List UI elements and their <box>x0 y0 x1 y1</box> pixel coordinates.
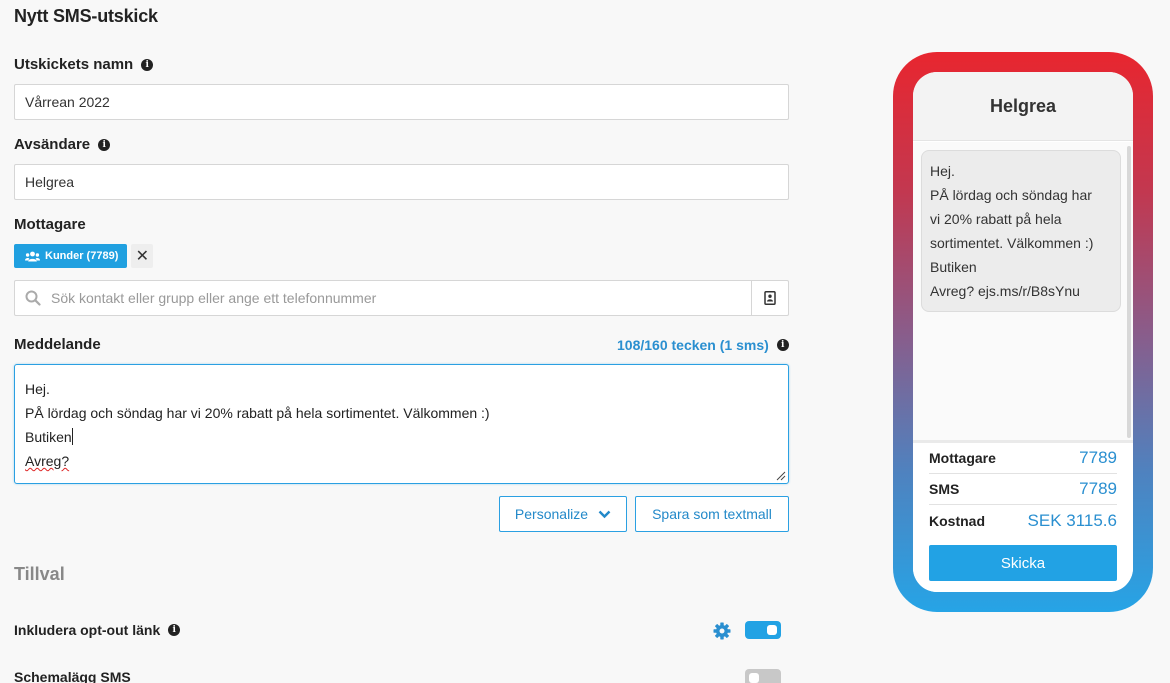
info-icon[interactable]: i <box>168 624 181 636</box>
preview-sender: Helgrea <box>913 72 1133 141</box>
stat-value: 7789 <box>1079 479 1117 498</box>
message-bubble: Hej. PÅ lördag och söndag har vi 20% rab… <box>921 150 1121 312</box>
stat-label: Mottagare <box>929 450 996 466</box>
bubble-line: vi 20% rabatt på hela <box>930 211 1062 227</box>
close-icon[interactable]: ✕ <box>131 244 154 268</box>
toggle-knob <box>749 673 759 683</box>
search-input[interactable]: Sök kontakt eller grupp eller ange ett t… <box>51 290 751 306</box>
optout-label: Inkludera opt-out länk <box>14 622 161 638</box>
optout-toggle[interactable] <box>745 621 781 639</box>
message-line: Butiken <box>25 425 778 449</box>
char-count-text: 108/160 tecken (1 sms) <box>617 337 769 353</box>
text-caret <box>71 428 73 445</box>
optout-label-row: Inkludera opt-out länk i <box>14 622 181 638</box>
recipient-chip-label: Kunder (7789) <box>45 250 119 262</box>
bubble-line: sortimentet. Välkommen :) <box>930 235 1094 251</box>
bubble-line: PÅ lördag och söndag har <box>930 187 1092 203</box>
sender-label: Avsändare <box>14 136 91 153</box>
bubble-line: Avreg? ejs.ms/r/B8sYnu <box>930 283 1080 299</box>
stat-row-cost: Kostnad SEK 3115.6 <box>929 505 1117 536</box>
page-title: Nytt SMS-utskick <box>14 6 158 26</box>
personalize-label: Personalize <box>514 506 589 522</box>
preview-body: Hej. PÅ lördag och söndag har vi 20% rab… <box>913 142 1133 440</box>
message-line-text: Butiken <box>25 429 72 445</box>
chevron-down-icon <box>598 510 611 518</box>
gear-icon[interactable] <box>713 622 731 640</box>
info-icon[interactable]: i <box>98 138 111 151</box>
phone-preview: Helgrea Hej. PÅ lördag och söndag har vi… <box>893 52 1153 612</box>
stat-label: SMS <box>929 481 960 497</box>
preview-summary: Mottagare 7789 SMS 7789 Kostnad SEK 3115… <box>913 440 1133 592</box>
recipient-chip[interactable]: Kunder (7789) <box>14 244 128 268</box>
resize-handle-icon[interactable] <box>776 471 786 481</box>
recipients-label: Mottagare <box>14 216 86 233</box>
spellcheck-word: Avreg? <box>25 453 70 469</box>
message-label-row: Meddelande <box>14 336 101 353</box>
char-counter: 108/160 tecken (1 sms) i <box>617 337 789 353</box>
recipients-label-row: Mottagare <box>14 216 86 233</box>
schedule-label: Schemalägg SMS <box>14 669 131 683</box>
save-template-label: Spara som textmall <box>652 506 772 522</box>
stat-label: Kostnad <box>929 512 985 529</box>
sender-label-row: Avsändare i <box>14 136 111 153</box>
section-title-options: Tillval <box>14 564 65 584</box>
name-label-row: Utskickets namn i <box>14 56 154 73</box>
stat-row-sms: SMS 7789 <box>929 474 1117 505</box>
message-line: Avreg? <box>25 449 778 473</box>
schedule-label-row: Schemalägg SMS <box>14 669 131 683</box>
message-label: Meddelande <box>14 336 101 353</box>
stat-value: SEK 3115.6 <box>1027 510 1117 530</box>
stat-row-recipients: Mottagare 7789 <box>929 443 1117 474</box>
message-line: PÅ lördag och söndag har vi 20% rabatt p… <box>25 405 490 421</box>
schedule-toggle[interactable] <box>745 669 781 683</box>
users-icon <box>25 251 40 261</box>
personalize-button[interactable]: Personalize <box>499 496 627 532</box>
message-line: Hej. <box>25 381 50 397</box>
send-button[interactable]: Skicka <box>929 545 1117 581</box>
message-textarea[interactable]: Hej. PÅ lördag och söndag har vi 20% rab… <box>14 364 789 484</box>
toggle-knob <box>767 625 777 635</box>
search-icon <box>15 281 51 315</box>
name-label: Utskickets namn <box>14 56 134 73</box>
save-template-button[interactable]: Spara som textmall <box>635 496 789 532</box>
preview-scrollbar[interactable] <box>1127 146 1131 438</box>
sender-input[interactable]: Helgrea <box>14 164 789 200</box>
contact-book-icon[interactable] <box>751 281 788 315</box>
info-icon[interactable]: i <box>141 58 154 71</box>
recipient-chips: Kunder (7789) ✕ <box>14 244 154 268</box>
stat-value: 7789 <box>1079 448 1117 467</box>
phone-screen: Helgrea Hej. PÅ lördag och söndag har vi… <box>913 72 1133 592</box>
name-input[interactable]: Vårrean 2022 <box>14 84 789 120</box>
bubble-line: Hej. <box>930 163 955 179</box>
bubble-line: Butiken <box>930 259 977 275</box>
recipient-search[interactable]: Sök kontakt eller grupp eller ange ett t… <box>14 280 789 316</box>
info-icon[interactable]: i <box>776 339 789 351</box>
